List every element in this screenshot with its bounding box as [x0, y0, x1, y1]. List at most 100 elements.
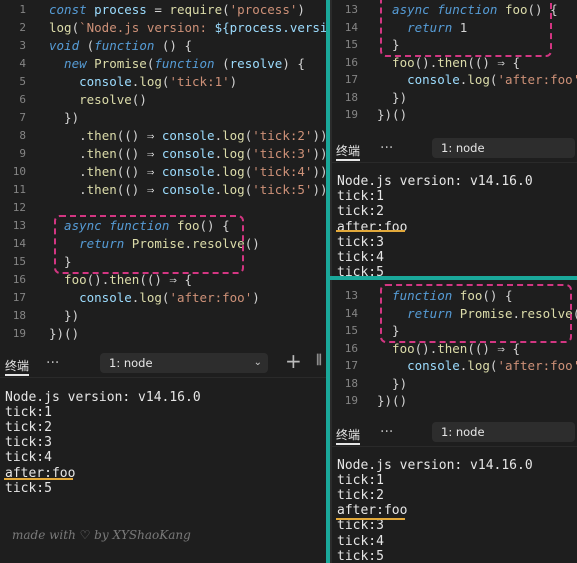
line-number: 19 [344, 394, 358, 407]
terminal-line: after:foo [337, 503, 408, 519]
code-token: then [86, 182, 117, 197]
code-token: console [161, 128, 215, 143]
code-token: 'after:foo' [497, 358, 577, 373]
code-token: require [169, 2, 223, 17]
right-bottom-terminal-select[interactable]: 1: node [432, 422, 575, 442]
code-line: 8 .then(() ⇒ console.log('tick:2')) [0, 127, 326, 145]
code-token: 'tick:2' [252, 128, 313, 143]
code-token: log [49, 20, 72, 35]
code-line: 11 .then(() ⇒ console.log('tick:5')) [0, 181, 326, 199]
code-text: }) [49, 109, 79, 127]
right-top-terminal: 终端 ··· 1: node Node.js version: v14.16.0… [332, 130, 577, 276]
right-bottom-terminal-more-icon[interactable]: ··· [380, 424, 393, 440]
code-token: console [377, 358, 460, 373]
right-top-terminal-select[interactable]: 1: node [432, 138, 575, 158]
code-line: 10 .then(() ⇒ console.log('tick:4')) [0, 163, 326, 181]
code-line: 18 }) [332, 89, 577, 107]
code-token: (). [86, 272, 110, 287]
code-token: }) [49, 308, 80, 323]
code-line: 17 console.log('after:foo') [332, 71, 577, 89]
line-number: 16 [12, 273, 26, 286]
line-number: 9 [19, 147, 26, 160]
code-token: (() ⇒ [116, 128, 162, 143]
right-bottom-terminal-tab[interactable]: 终端 [336, 426, 360, 443]
code-text: })() [377, 106, 407, 124]
code-token: log [222, 146, 245, 161]
code-token: () [131, 92, 147, 107]
right-bottom-terminal-tab-underline [336, 443, 360, 445]
code-token: 'tick:4' [252, 164, 313, 179]
code-token: console [161, 146, 215, 161]
code-token: log [467, 358, 490, 373]
code-token: . [214, 128, 223, 143]
terminal-line: after:foo [337, 219, 408, 235]
line-number: 13 [344, 3, 358, 16]
right-top-terminal-tabbar: 终端 ··· 1: node [332, 134, 577, 163]
code-token: new [49, 56, 95, 71]
code-token: then [86, 128, 117, 143]
code-text: console.log('tick:1') [49, 73, 237, 91]
code-line: 2 log(`Node.js version: ${process.version… [0, 19, 326, 37]
code-line: 19 })() [332, 392, 577, 410]
right-top-terminal-tab-underline [336, 159, 360, 161]
code-line: 5 console.log('tick:1') [0, 73, 326, 91]
code-text: resolve() [49, 91, 147, 109]
terminal-line: tick:3 [337, 518, 384, 534]
line-number: 15 [344, 324, 358, 337]
code-line: 19})() [0, 325, 326, 343]
code-text: })() [49, 325, 79, 343]
code-line: 18 }) [0, 307, 326, 325]
code-token: })() [377, 393, 408, 408]
code-token: (() ⇒ { [139, 272, 193, 287]
line-number: 3 [19, 39, 26, 52]
code-line: 7 }) [0, 109, 326, 127]
left-async-highlight [54, 215, 244, 274]
code-token: (() ⇒ [116, 164, 162, 179]
left-terminal-select[interactable]: 1: node ⌄ [100, 353, 268, 373]
code-token: () { [161, 38, 193, 53]
code-text: log(`Node.js version: ${process.version}… [49, 19, 326, 37]
left-after-foo-underline [4, 478, 73, 480]
code-text: .then(() ⇒ console.log('tick:4')) [49, 163, 326, 181]
code-token: log [139, 74, 162, 89]
left-terminal: 终端 ··· 1: node ⌄ + ⫼ Node.js version: v1… [0, 344, 326, 563]
right-top-terminal-select-value: 1: node [441, 141, 485, 155]
line-number: 13 [344, 289, 358, 302]
code-text: const process = require('process') [49, 1, 305, 19]
code-text: console.log('after:foo') [377, 357, 577, 375]
code-token: }) [49, 110, 80, 125]
line-number: 8 [19, 129, 26, 142]
code-token: 'after:foo' [169, 290, 253, 305]
code-line: 6 resolve() [0, 91, 326, 109]
split-terminal-icon[interactable]: ⫼ [316, 353, 322, 368]
code-token: () [573, 306, 577, 321]
code-token: ) { [282, 56, 305, 71]
line-number: 1 [19, 3, 26, 16]
code-token: resolve [229, 56, 283, 71]
line-number: 14 [344, 306, 358, 320]
left-terminal-tab[interactable]: 终端 [5, 357, 29, 374]
add-terminal-icon[interactable]: + [285, 349, 302, 373]
code-token: ${process.version} [214, 20, 326, 35]
left-terminal-more-icon[interactable]: ··· [46, 355, 59, 371]
line-number: 19 [344, 108, 358, 121]
line-number: 10 [12, 165, 26, 178]
code-token: 'tick:3' [252, 146, 313, 161]
code-text: .then(() ⇒ console.log('tick:5')) [49, 181, 326, 199]
code-token: console [49, 290, 132, 305]
code-text: console.log('after:foo') [49, 289, 260, 307]
code-token: ( [222, 56, 230, 71]
code-token: log [222, 128, 245, 143]
watermark: made with ♡ by XYShaoKang [12, 528, 191, 542]
code-token: }) [377, 375, 408, 391]
code-token: ) [252, 290, 260, 305]
right-top-terminal-more-icon[interactable]: ··· [380, 140, 393, 156]
code-token: process [94, 2, 147, 17]
code-token: then [86, 146, 117, 161]
code-token: . [49, 146, 87, 161]
right-top-terminal-tab[interactable]: 终端 [336, 142, 360, 159]
code-token: function [154, 56, 223, 71]
code-token: . [214, 182, 223, 197]
code-token: ) [297, 2, 305, 17]
code-token: )) [312, 128, 326, 143]
